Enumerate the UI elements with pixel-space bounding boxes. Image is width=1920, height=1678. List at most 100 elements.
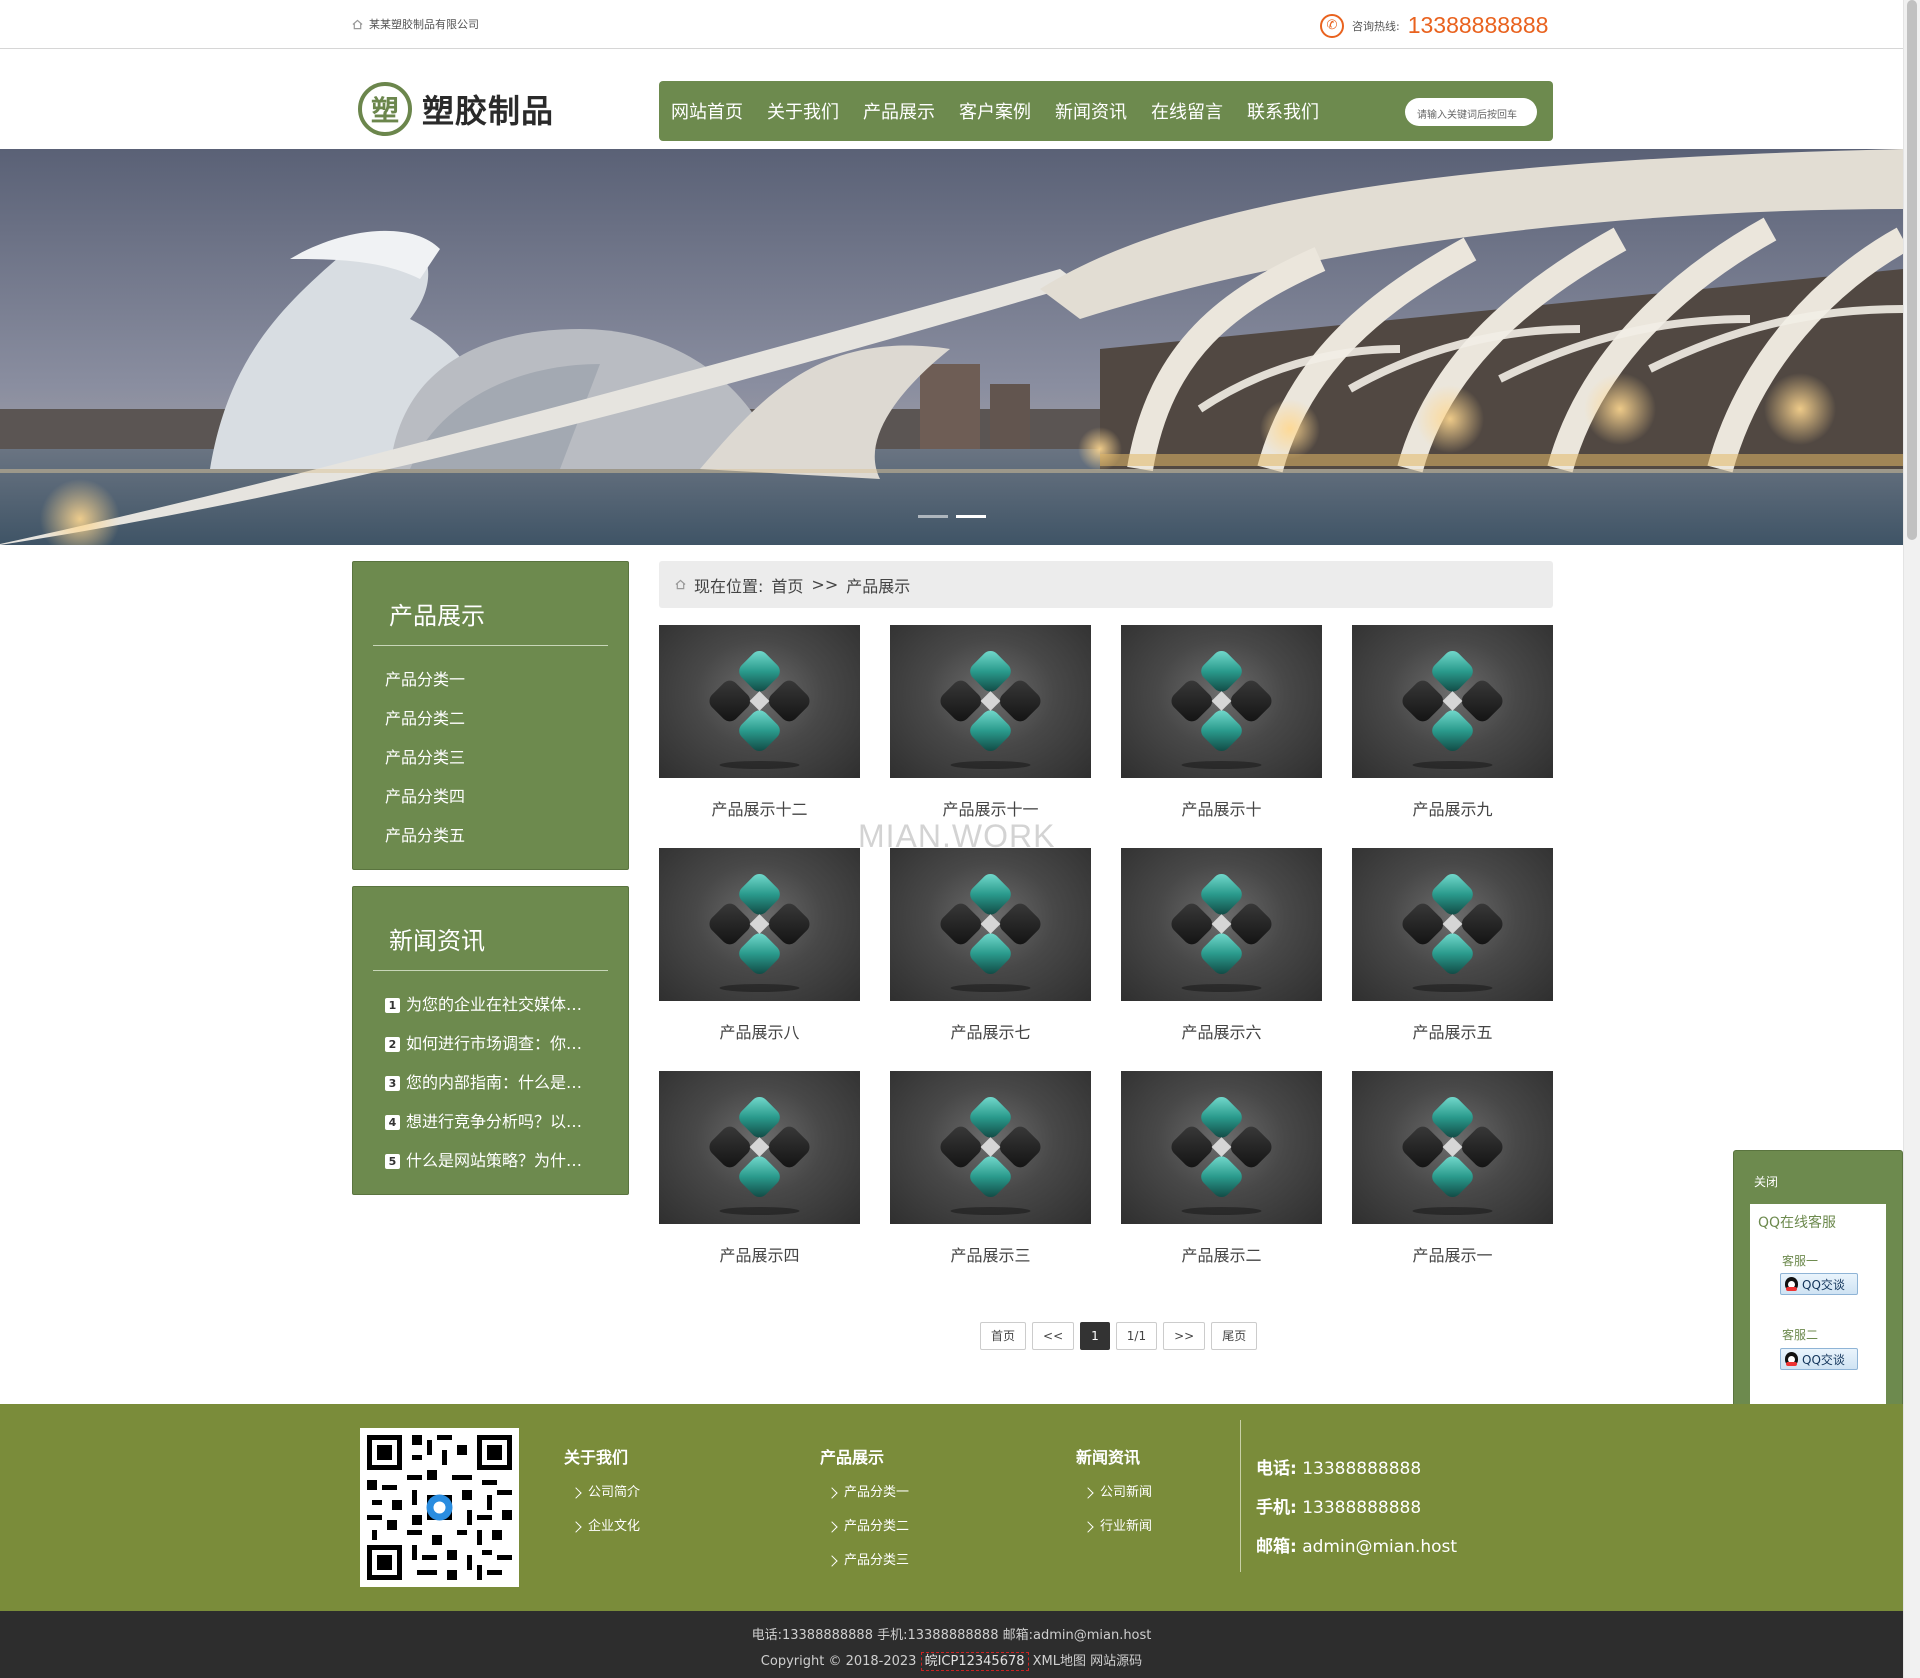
scrollbar-thumb[interactable] [1907,0,1917,540]
xml-sitemap-link[interactable]: XML地图 [1033,1654,1086,1669]
icp-link[interactable]: 皖ICP12345678 [920,1652,1029,1671]
news-item[interactable]: 2 如何进行市场调查：你… [385,1024,628,1063]
sidebar-products: 产品展示 产品分类一 产品分类二 产品分类三 产品分类四 产品分类五 [352,561,629,870]
product-title[interactable]: 产品展示五 [1352,1019,1553,1043]
news-item[interactable]: 3 您的内部指南：什么是… [385,1063,628,1102]
product-card[interactable]: 产品展示一 [1352,1071,1553,1265]
sidebar-item-category-3[interactable]: 产品分类三 [385,738,628,777]
footer-link[interactable]: 企业文化 [564,1510,640,1544]
product-card[interactable]: 产品展示六 [1121,848,1322,1042]
product-title[interactable]: 产品展示三 [890,1242,1091,1266]
qq-chat-button[interactable]: QQ交谈 [1780,1348,1858,1370]
sidebar-news: 新闻资讯 1 为您的企业在社交媒体… 2 如何进行市场调查：你… 3 您的内部指南：什… [352,886,629,1195]
footer-link[interactable]: 公司简介 [564,1476,640,1510]
product-logo-icon [1402,1096,1503,1215]
footer-col-title[interactable]: 关于我们 [564,1444,640,1468]
footer-link[interactable]: 公司新闻 [1076,1476,1152,1510]
pager-next[interactable]: >> [1163,1322,1206,1350]
sidebar-item-category-2[interactable]: 产品分类二 [385,699,628,738]
banner-image [0,149,1903,545]
product-title[interactable]: 产品展示十二 [659,796,860,820]
product-image[interactable] [1121,848,1322,1001]
footer-link-label: 公司简介 [588,1485,641,1500]
nav-item-products[interactable]: 产品展示 [863,98,935,124]
product-card[interactable]: 产品展示十 [1121,625,1322,819]
sidebar-item-category-5[interactable]: 产品分类五 [385,816,628,855]
contact-value: admin@mian.host [1302,1537,1458,1557]
search-input[interactable]: 请输入关键词后按回车 [1405,98,1537,126]
product-card[interactable]: 产品展示十二 [659,625,860,819]
news-item[interactable]: 4 想进行竞争分析吗？以… [385,1102,628,1141]
pager-last[interactable]: 尾页 [1211,1322,1258,1350]
product-card[interactable]: 产品展示五 [1352,848,1553,1042]
nav-item-about[interactable]: 关于我们 [767,98,839,124]
news-item[interactable]: 1 为您的企业在社交媒体… [385,985,628,1024]
footer-col-title[interactable]: 产品展示 [820,1444,909,1468]
footer-link[interactable]: 产品分类一 [820,1476,909,1510]
product-title[interactable]: 产品展示七 [890,1019,1091,1043]
banner-dot-active[interactable] [956,515,986,518]
product-card[interactable]: 产品展示三 [890,1071,1091,1265]
breadcrumb-home[interactable]: 首页 [771,573,803,597]
product-card[interactable]: 产品展示八 [659,848,860,1042]
nav-item-contact[interactable]: 联系我们 [1247,98,1319,124]
product-image[interactable] [659,1071,860,1224]
footer-col-title[interactable]: 新闻资讯 [1076,1444,1152,1468]
footer-link[interactable]: 产品分类三 [820,1544,909,1578]
news-title: 想进行竞争分析吗？以… [406,1112,583,1131]
product-image[interactable] [1352,848,1553,1001]
product-image[interactable] [1121,625,1322,778]
product-card[interactable]: 产品展示十一 [890,625,1091,819]
page-scrollbar[interactable] [1903,0,1920,1678]
product-logo-icon [1402,650,1503,769]
footer-link[interactable]: 行业新闻 [1076,1510,1152,1544]
product-title[interactable]: 产品展示二 [1121,1242,1322,1266]
footer-contact-mobile: 手机: 13388888888 [1256,1489,1457,1528]
pager-prev[interactable]: << [1032,1322,1075,1350]
product-image[interactable] [1352,1071,1553,1224]
banner-dot[interactable] [918,515,948,518]
home-icon [675,579,686,590]
product-image[interactable] [1352,625,1553,778]
product-card[interactable]: 产品展示七 [890,848,1091,1042]
nav-item-news[interactable]: 新闻资讯 [1055,98,1127,124]
product-image[interactable] [659,625,860,778]
hotline-label: 咨询热线: [1352,19,1400,33]
news-title: 如何进行市场调查：你… [406,1034,583,1053]
footer-col-about: 关于我们 公司简介 企业文化 [564,1444,640,1544]
product-card[interactable]: 产品展示四 [659,1071,860,1265]
product-title[interactable]: 产品展示十 [1121,796,1322,820]
product-logo-icon [1171,650,1272,769]
qq-close-button[interactable]: 关闭 [1754,1173,1778,1190]
product-title[interactable]: 产品展示十一 [890,796,1091,820]
footer-link[interactable]: 产品分类二 [820,1510,909,1544]
qq-chat-button[interactable]: QQ交谈 [1780,1273,1858,1295]
contact-value: 13388888888 [1302,1498,1422,1518]
sidebar-news-title: 新闻资讯 [373,921,608,971]
product-image[interactable] [890,848,1091,1001]
product-image[interactable] [1121,1071,1322,1224]
product-title[interactable]: 产品展示六 [1121,1019,1322,1043]
product-card[interactable]: 产品展示九 [1352,625,1553,819]
product-title[interactable]: 产品展示八 [659,1019,860,1043]
qq-penguin-icon [1785,1277,1798,1291]
breadcrumb-current[interactable]: 产品展示 [846,573,910,597]
pager-current[interactable]: 1 [1080,1322,1110,1350]
site-logo[interactable]: 塑 塑胶制品 [358,82,554,136]
product-image[interactable] [890,1071,1091,1224]
sidebar-item-category-1[interactable]: 产品分类一 [385,660,628,699]
sidebar-item-category-4[interactable]: 产品分类四 [385,777,628,816]
nav-item-cases[interactable]: 客户案例 [959,98,1031,124]
product-image[interactable] [890,625,1091,778]
pager-first[interactable]: 首页 [980,1322,1027,1350]
product-title[interactable]: 产品展示一 [1352,1242,1553,1266]
nav-item-home[interactable]: 网站首页 [671,98,743,124]
product-image[interactable] [659,848,860,1001]
product-card[interactable]: 产品展示二 [1121,1071,1322,1265]
nav-item-message[interactable]: 在线留言 [1151,98,1223,124]
source-link[interactable]: 网站源码 [1090,1654,1142,1669]
product-title[interactable]: 产品展示四 [659,1242,860,1266]
product-title[interactable]: 产品展示九 [1352,796,1553,820]
hotline-number[interactable]: 13388888888 [1408,12,1549,39]
news-item[interactable]: 5 什么是网站策略？为什… [385,1141,628,1180]
